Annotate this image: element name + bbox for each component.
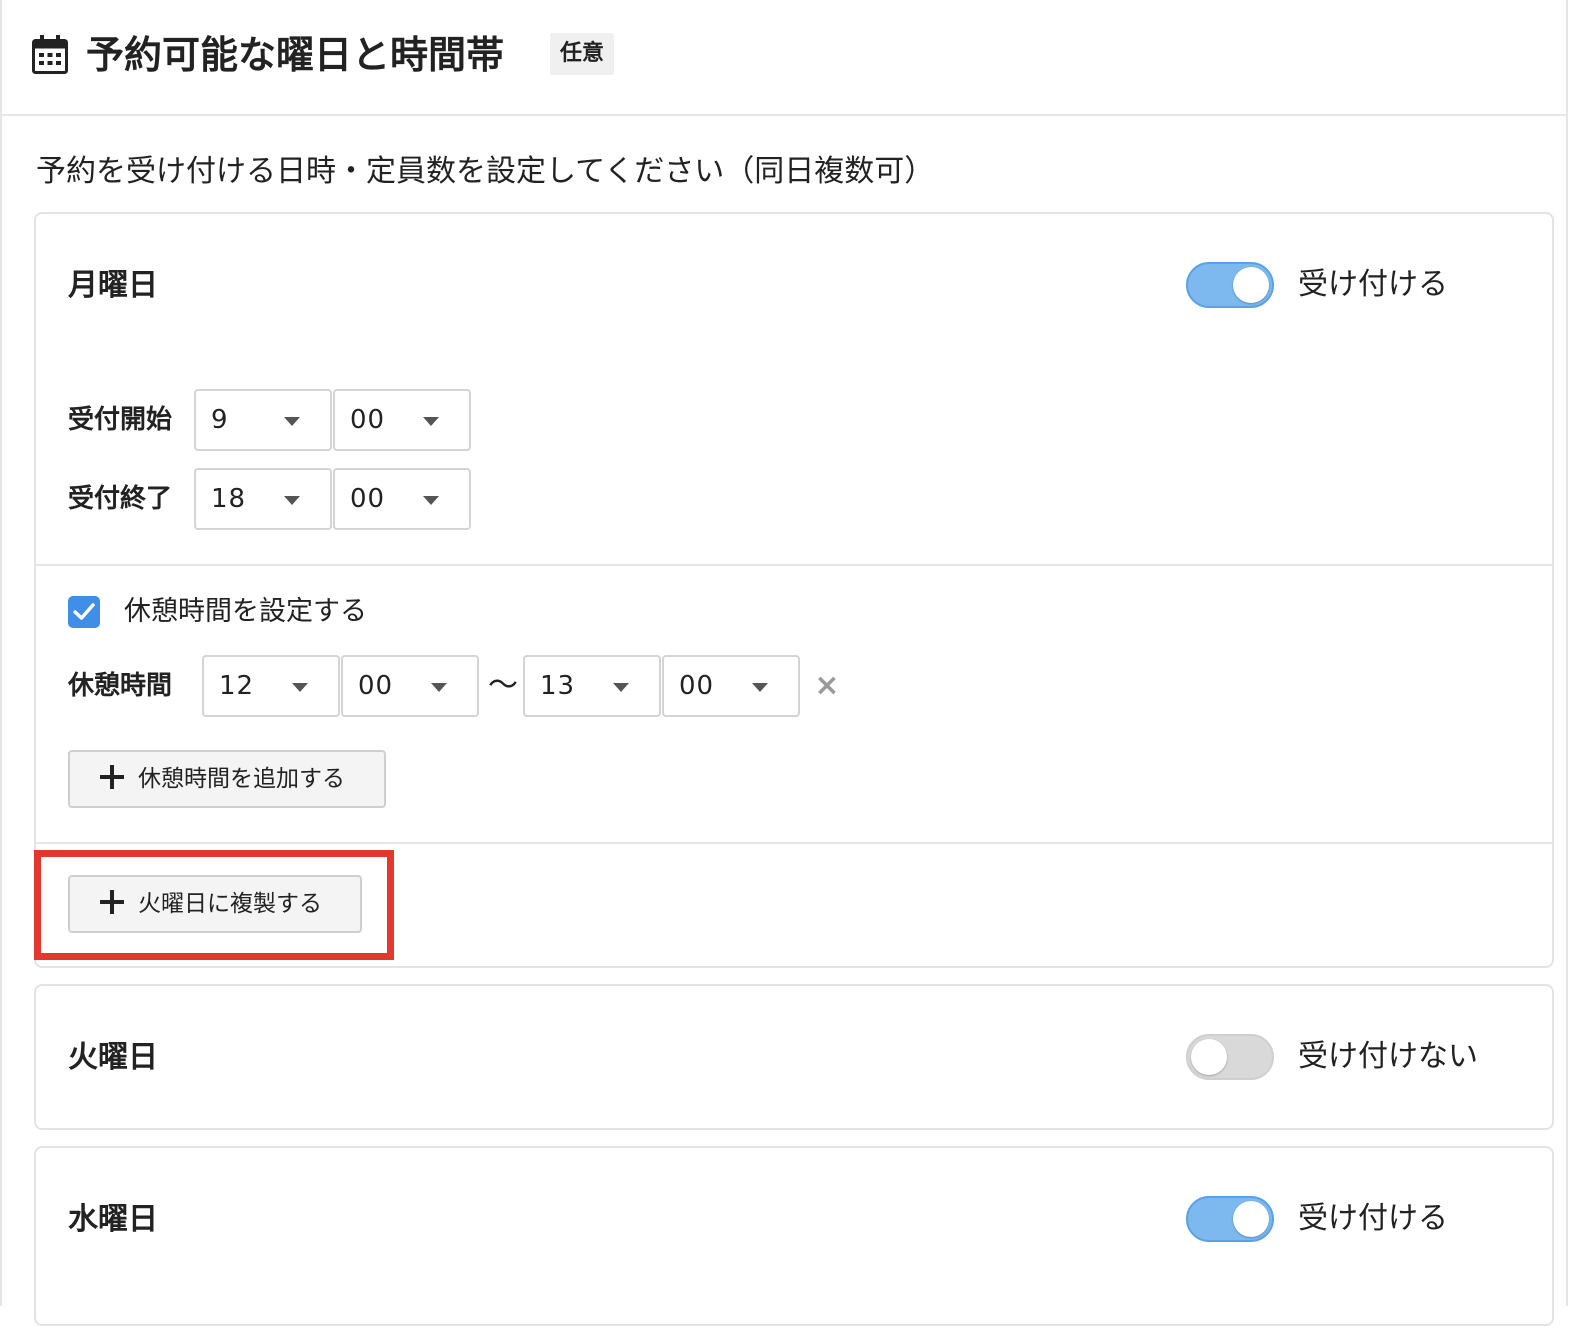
section-description: 予約を受け付ける日時・定員数を設定してください（同日複数可）: [36, 154, 935, 189]
page-title: 予約可能な曜日と時間帯: [86, 33, 505, 77]
toggle-knob: [1191, 1039, 1227, 1075]
caret-down-icon: [284, 417, 300, 426]
day-card-tuesday: 火曜日 受け付けない: [34, 984, 1554, 1130]
toggle-knob: [1233, 1201, 1269, 1237]
select-value: 12: [219, 671, 255, 701]
accept-toggle[interactable]: [1186, 1034, 1274, 1080]
range-separator: 〜: [488, 668, 518, 703]
toggle-knob: [1233, 267, 1269, 303]
break-from-hour-select[interactable]: 12: [202, 655, 340, 717]
caret-down-icon: [292, 683, 308, 692]
break-time-checkbox[interactable]: [68, 596, 100, 628]
caret-down-icon: [752, 683, 768, 692]
section-header: 予約可能な曜日と時間帯 任意: [0, 0, 1568, 116]
break-to-hour-select[interactable]: 13: [523, 655, 661, 717]
select-value: 18: [211, 484, 247, 514]
day-card-wednesday: 水曜日 受け付ける: [34, 1146, 1554, 1326]
caret-down-icon: [423, 417, 439, 426]
start-hour-select[interactable]: 9: [194, 389, 332, 451]
start-minute-select[interactable]: 00: [333, 389, 471, 451]
caret-down-icon: [284, 496, 300, 505]
select-value: 00: [350, 484, 386, 514]
break-time-label: 休憩時間: [68, 671, 173, 701]
break-time-checkbox-label[interactable]: 休憩時間を設定する: [124, 590, 367, 634]
end-minute-select[interactable]: 00: [333, 468, 471, 530]
break-from-minute-select[interactable]: 00: [341, 655, 479, 717]
divider: [36, 564, 1552, 566]
accept-status-label: 受け付ける: [1298, 267, 1448, 302]
caret-down-icon: [423, 496, 439, 505]
add-break-button[interactable]: 休憩時間を追加する: [68, 750, 386, 808]
button-label: 休憩時間を追加する: [138, 766, 345, 792]
plus-icon: [100, 765, 124, 789]
highlight-annotation: [34, 850, 394, 960]
end-hour-select[interactable]: 18: [194, 468, 332, 530]
accept-status-label: 受け付けない: [1298, 1039, 1478, 1074]
select-value: 00: [679, 671, 715, 701]
accept-status-label: 受け付ける: [1298, 1201, 1448, 1236]
select-value: 00: [358, 671, 394, 701]
select-value: 13: [540, 671, 576, 701]
end-time-label: 受付終了: [68, 484, 173, 514]
day-name: 水曜日: [68, 1202, 158, 1237]
select-value: 00: [350, 405, 386, 435]
caret-down-icon: [613, 683, 629, 692]
accept-toggle[interactable]: [1186, 1196, 1274, 1242]
start-time-label: 受付開始: [68, 405, 173, 435]
break-to-minute-select[interactable]: 00: [662, 655, 800, 717]
optional-badge: 任意: [550, 33, 615, 75]
caret-down-icon: [431, 683, 447, 692]
accept-toggle[interactable]: [1186, 262, 1274, 308]
day-name: 月曜日: [68, 268, 158, 303]
divider: [36, 842, 1552, 844]
select-value: 9: [211, 405, 229, 435]
calendar-icon: [32, 35, 68, 74]
check-icon: [73, 603, 95, 620]
remove-break-icon[interactable]: ×: [814, 666, 840, 706]
day-name: 火曜日: [68, 1040, 158, 1075]
